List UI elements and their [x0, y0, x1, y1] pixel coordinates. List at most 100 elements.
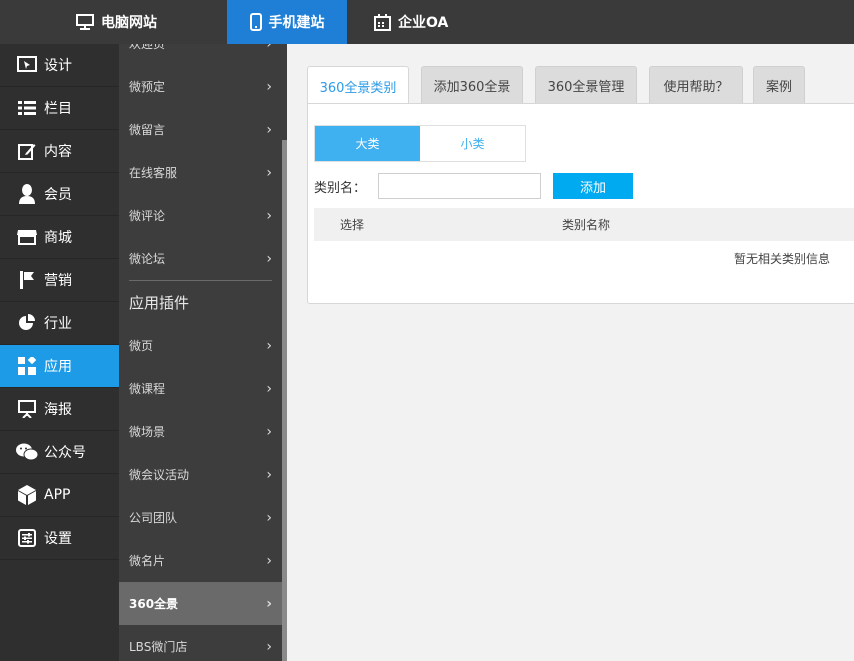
submenu-item[interactable]: 微页 › — [119, 324, 282, 367]
sidebar-item-mall[interactable]: 商城 — [0, 216, 119, 259]
category-name-row: 类别名： — [314, 173, 542, 199]
sidebar-item-members[interactable]: 会员 — [0, 173, 119, 216]
sidebar-item-label: 会员 — [44, 187, 72, 203]
easel-icon — [16, 398, 38, 420]
submenu-section-title: 应用插件 — [129, 294, 190, 312]
submenu-item[interactable]: LBS微门店 › — [119, 625, 282, 661]
submenu-item[interactable]: 在线客服 › — [119, 151, 282, 194]
submenu-item[interactable]: 微会议活动 › — [119, 453, 282, 496]
empty-message: 暂无相关类别信息 — [734, 252, 831, 266]
submenu-item-welcome[interactable]: 欢迎页 › — [119, 44, 282, 65]
list-icon — [16, 97, 38, 119]
chevron-right-icon: › — [266, 78, 272, 95]
chevron-right-icon: › — [266, 207, 272, 224]
submenu-item-label: 微名片 — [129, 554, 166, 568]
sidebar-item-industry[interactable]: 行业 — [0, 302, 119, 345]
submenu-item-label: 在线客服 — [129, 166, 178, 180]
chevron-right-icon: › — [266, 595, 272, 612]
chevron-right-icon: › — [266, 423, 272, 440]
sidebar-item-columns[interactable]: 栏目 — [0, 87, 119, 130]
sidebar-item-label: 设计 — [44, 58, 72, 74]
apps-icon — [16, 355, 38, 377]
chevron-right-icon: › — [266, 466, 272, 483]
sidebar-item-label: 内容 — [44, 144, 72, 160]
sidebar-item-posters[interactable]: 海报 — [0, 388, 119, 431]
submenu-item-active[interactable]: 360全景 › — [119, 582, 282, 625]
tab-examples[interactable]: 案例 — [753, 66, 805, 104]
submenu-item[interactable]: 微名片 › — [119, 539, 282, 582]
table-header: 选择 类别名称 — [314, 208, 854, 241]
sidebar-item-settings[interactable]: 设置 — [0, 517, 119, 560]
sidebar-item-label: 公众号 — [44, 445, 86, 461]
submenu-item-label: 微预定 — [129, 80, 166, 94]
chevron-right-icon: › — [266, 250, 272, 267]
settings-icon — [16, 527, 38, 549]
submenu-item-label: 微论坛 — [129, 252, 166, 266]
main-sidebar: 设计 栏目 内容 会员 商城 营销 行业 应用 海报 公众号 APP 设置 — [0, 44, 119, 661]
submenu-item[interactable]: 微评论 › — [119, 194, 282, 237]
user-icon — [16, 183, 38, 205]
sidebar-item-label: 营销 — [44, 273, 72, 289]
chevron-right-icon: › — [266, 552, 272, 569]
submenu-item[interactable]: 微场景 › — [119, 410, 282, 453]
minor-category-toggle[interactable]: 小类 — [420, 126, 525, 161]
submenu-item-label: 微课程 — [129, 382, 166, 396]
tab-enterprise-oa[interactable]: 企业OA — [374, 0, 448, 44]
tab-pc-website-label: 电脑网站 — [101, 15, 157, 31]
major-category-toggle[interactable]: 大类 — [315, 126, 420, 161]
sidebar-item-label: 行业 — [44, 316, 72, 332]
submenu-item-label: 微场景 — [129, 425, 166, 439]
top-nav-bar: 电脑网站 手机建站 企业OA — [0, 0, 854, 44]
tab-enterprise-oa-label: 企业OA — [398, 15, 449, 31]
submenu-item[interactable]: 微留言 › — [119, 108, 282, 151]
add-button[interactable]: 添加 — [553, 173, 633, 199]
tab-category[interactable]: 360全景类别 — [307, 66, 409, 105]
submenu-item-label: 微评论 — [129, 209, 166, 223]
chevron-right-icon: › — [266, 380, 272, 397]
tab-mobile-site[interactable]: 手机建站 — [227, 0, 347, 44]
submenu-item[interactable]: 微课程 › — [119, 367, 282, 410]
app-submenu: 欢迎页› 微预定› 微留言› 在线客服› 微评论› 微论坛› 应用插件 微页› … — [119, 44, 287, 661]
chevron-right-icon: › — [266, 638, 272, 655]
cube-icon — [16, 484, 38, 506]
submenu-item-label: 微页 — [129, 339, 154, 353]
chevron-right-icon: › — [266, 44, 272, 52]
category-name-label: 类别名： — [314, 180, 367, 196]
category-name-input[interactable] — [378, 173, 542, 199]
submenu-item-label: 公司团队 — [129, 511, 178, 525]
sidebar-item-design[interactable]: 设计 — [0, 44, 119, 87]
tab-help[interactable]: 使用帮助？ — [649, 66, 743, 104]
submenu-item[interactable]: 公司团队 › — [119, 496, 282, 539]
main-content: 360全景类别 添加360全景 360全景管理 使用帮助？ 案例 大类 小类 类… — [287, 44, 854, 661]
column-select: 选择 — [340, 218, 365, 232]
sidebar-item-marketing[interactable]: 营销 — [0, 259, 119, 302]
monitor-icon — [76, 14, 94, 30]
submenu-item-label: 欢迎页 — [129, 44, 166, 51]
sidebar-item-official-account[interactable]: 公众号 — [0, 431, 119, 474]
category-level-toggle: 大类 小类 — [314, 125, 526, 162]
tab-manage-panorama[interactable]: 360全景管理 — [535, 66, 637, 104]
submenu-item-label: 微留言 — [129, 123, 166, 137]
tab-add-panorama[interactable]: 添加360全景 — [421, 66, 523, 104]
submenu-item-label: 微会议活动 — [129, 468, 190, 482]
column-category-name: 类别名称 — [562, 218, 611, 232]
mobile-icon — [249, 13, 262, 31]
sidebar-item-label: 栏目 — [44, 101, 72, 117]
pie-chart-icon — [16, 312, 38, 334]
sidebar-item-label: 海报 — [44, 402, 72, 418]
store-icon — [16, 226, 38, 248]
sidebar-item-label: 商城 — [44, 230, 72, 246]
design-icon — [16, 54, 38, 76]
chevron-right-icon: › — [266, 509, 272, 526]
chevron-right-icon: › — [266, 164, 272, 181]
submenu-item-label: 360全景 — [129, 597, 179, 611]
submenu-item[interactable]: 微论坛 › — [119, 237, 282, 280]
sidebar-item-label: 设置 — [44, 531, 72, 547]
submenu-item[interactable]: 微预定 › — [119, 65, 282, 108]
tab-pc-website[interactable]: 电脑网站 — [76, 0, 157, 44]
sidebar-item-content[interactable]: 内容 — [0, 130, 119, 173]
chevron-right-icon: › — [266, 337, 272, 354]
sidebar-item-app[interactable]: APP — [0, 474, 119, 517]
category-panel: 大类 小类 类别名： 添加 选择 类别名称 暂无相关类别信息 — [307, 103, 854, 304]
sidebar-item-apps[interactable]: 应用 — [0, 345, 119, 388]
